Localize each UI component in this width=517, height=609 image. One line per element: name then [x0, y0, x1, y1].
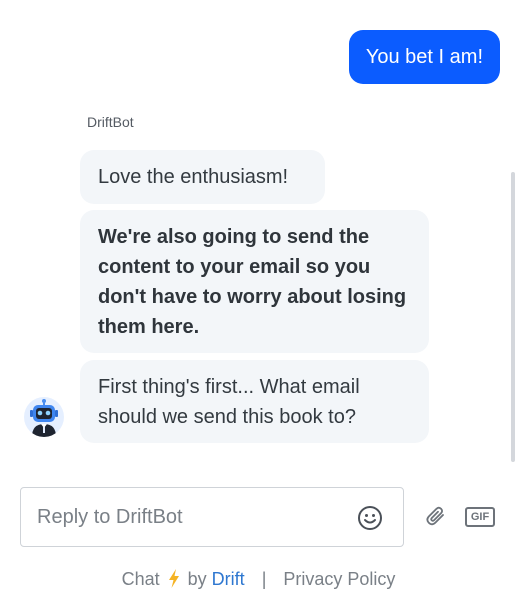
bot-message-bubble: Love the enthusiasm!	[80, 150, 325, 204]
scrollbar[interactable]	[511, 172, 515, 462]
reply-input[interactable]	[37, 502, 347, 532]
chat-widget: You bet I am! DriftBot Love the enthusia…	[0, 0, 517, 609]
lightning-bolt-icon	[168, 569, 180, 593]
bot-message-bubble: First thing's first... What email should…	[80, 360, 429, 443]
gif-icon[interactable]: GIF	[465, 507, 495, 527]
footer-chat-text: Chat	[121, 569, 160, 589]
bot-message-bubble: We're also going to send the content to …	[80, 210, 429, 353]
robot-avatar-icon	[24, 397, 64, 437]
paperclip-icon[interactable]	[424, 504, 448, 528]
drift-brand-link[interactable]: Drift	[212, 569, 245, 589]
bot-sender-name: DriftBot	[87, 114, 134, 130]
footer-by-text: by	[187, 569, 207, 589]
privacy-policy-link[interactable]: Privacy Policy	[283, 569, 395, 589]
footer-separator: |	[261, 569, 267, 589]
footer: Chat by Drift | Privacy Policy	[0, 569, 517, 593]
user-message-bubble: You bet I am!	[348, 30, 500, 84]
reply-composer	[20, 487, 404, 547]
emoji-icon[interactable]	[357, 505, 383, 531]
